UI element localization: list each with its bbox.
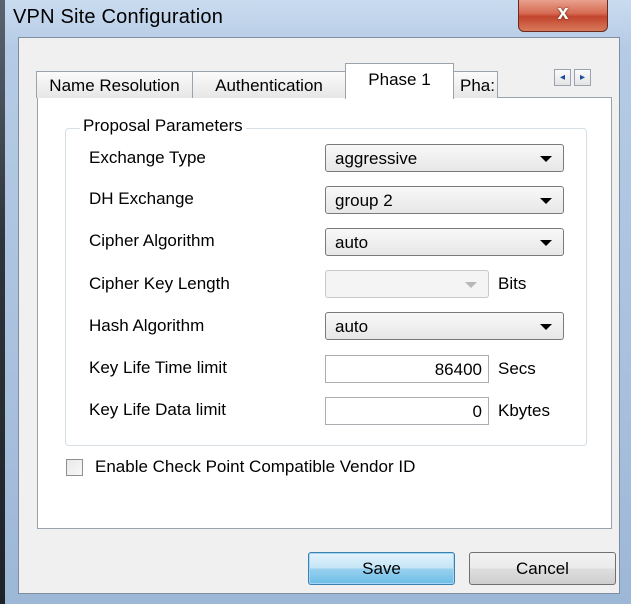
chevron-down-icon <box>540 198 552 204</box>
exchange-type-dropdown[interactable]: aggressive <box>325 144 564 172</box>
vendor-id-checkbox-label[interactable]: Enable Check Point Compatible Vendor ID <box>95 457 415 477</box>
dh-exchange-label: DH Exchange <box>89 189 194 208</box>
key-life-data-input[interactable]: 0 <box>325 397 489 425</box>
title-bar[interactable]: VPN Site Configuration x <box>5 0 631 36</box>
scroll-left-icon[interactable]: ◂ <box>554 69 571 86</box>
close-button[interactable]: x <box>518 0 608 32</box>
key-life-time-label: Key Life Time limit <box>89 358 227 377</box>
key-life-data-unit: Kbytes <box>498 401 550 420</box>
cipher-key-length-label: Cipher Key Length <box>89 274 230 293</box>
tab-phase-1[interactable]: Phase 1 <box>345 63 454 99</box>
hash-algorithm-label: Hash Algorithm <box>89 316 205 335</box>
exchange-type-label: Exchange Type <box>89 148 206 167</box>
key-life-time-value: 86400 <box>434 360 482 379</box>
dh-exchange-value: group 2 <box>335 191 393 210</box>
key-life-time-input[interactable]: 86400 <box>325 355 489 383</box>
cipher-key-length-dropdown <box>325 270 489 298</box>
cipher-algorithm-value: auto <box>335 233 369 252</box>
window-title: VPN Site Configuration <box>13 6 224 28</box>
save-button[interactable]: Save <box>308 552 455 585</box>
dh-exchange-dropdown[interactable]: group 2 <box>325 186 564 214</box>
proposal-parameters-title: Proposal Parameters <box>80 116 246 136</box>
hash-algorithm-value: auto <box>335 317 369 336</box>
cancel-button[interactable]: Cancel <box>469 552 616 585</box>
chevron-down-icon <box>540 324 552 330</box>
tab-strip: Name Resolution Authentication Phase 1 P… <box>36 63 616 99</box>
exchange-type-value: aggressive <box>335 149 418 168</box>
chevron-down-icon <box>465 282 477 288</box>
tab-phase-2[interactable]: Pha: <box>453 71 498 98</box>
cipher-key-length-unit: Bits <box>498 274 527 293</box>
chevron-down-icon <box>540 240 552 246</box>
tab-authentication[interactable]: Authentication <box>192 71 346 98</box>
tab-name-resolution[interactable]: Name Resolution <box>36 71 193 98</box>
dialog-window: VPN Site Configuration x Name Resolution… <box>0 0 631 604</box>
close-icon: x <box>557 2 569 24</box>
cipher-algorithm-label: Cipher Algorithm <box>89 231 215 250</box>
key-life-time-unit: Secs <box>498 359 536 378</box>
cipher-algorithm-dropdown[interactable]: auto <box>325 228 564 256</box>
chevron-down-icon <box>540 156 552 162</box>
key-life-data-label: Key Life Data limit <box>89 400 226 419</box>
hash-algorithm-dropdown[interactable]: auto <box>325 312 564 340</box>
window-left-edge <box>0 0 5 604</box>
scroll-right-icon[interactable]: ▸ <box>574 69 591 86</box>
key-life-data-value: 0 <box>472 402 482 421</box>
vendor-id-checkbox[interactable] <box>66 459 83 476</box>
